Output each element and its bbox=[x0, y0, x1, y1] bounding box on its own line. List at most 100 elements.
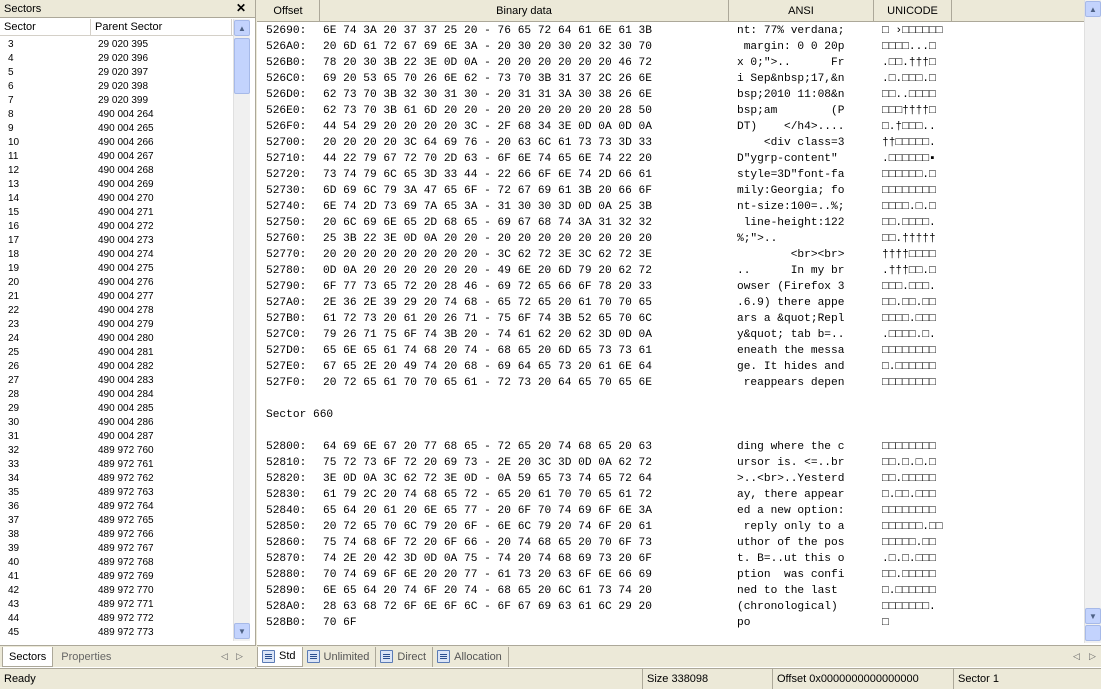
tab-next-icon[interactable]: ▷ bbox=[1089, 651, 1096, 662]
sector-row[interactable]: 23 490 004 279 bbox=[0, 318, 233, 332]
sector-row[interactable]: 41 489 972 769 bbox=[0, 570, 233, 584]
tab-unlimited[interactable]: Unlimited bbox=[303, 646, 377, 667]
sector-row[interactable]: 45 489 972 773 bbox=[0, 626, 233, 640]
sector-row[interactable]: 37 489 972 765 bbox=[0, 514, 233, 528]
tab-next-icon[interactable]: ▷ bbox=[236, 651, 243, 662]
tab-sectors[interactable]: Sectors bbox=[2, 646, 54, 667]
hex-row[interactable]: 52820: 3E 0D 0A 3C 62 72 3E 0D - 0A 59 65… bbox=[257, 471, 1084, 487]
sector-row[interactable]: 44 489 972 772 bbox=[0, 612, 233, 626]
hex-row[interactable]: 526A0: 20 6D 61 72 67 69 6E 3A - 20 30 20… bbox=[257, 39, 1084, 55]
sector-row[interactable]: 20 490 004 276 bbox=[0, 276, 233, 290]
hex-row[interactable]: 52880: 70 74 69 6F 6E 20 20 77 - 61 73 20… bbox=[257, 567, 1084, 583]
sector-row[interactable]: 27 490 004 283 bbox=[0, 374, 233, 388]
sector-row[interactable]: 16 490 004 272 bbox=[0, 220, 233, 234]
close-icon[interactable]: ✕ bbox=[235, 2, 247, 14]
sector-row[interactable]: 5 29 020 397 bbox=[0, 66, 233, 80]
sector-row[interactable]: 12 490 004 268 bbox=[0, 164, 233, 178]
hex-row[interactable]: 526D0: 62 73 70 3B 32 30 31 30 - 20 31 31… bbox=[257, 87, 1084, 103]
tab-properties[interactable]: Properties bbox=[55, 647, 117, 667]
hex-row[interactable]: 52860: 75 74 68 6F 72 20 6F 66 - 20 74 68… bbox=[257, 535, 1084, 551]
column-header-parent-sector[interactable]: Parent Sector bbox=[91, 19, 232, 36]
scroll-up-icon[interactable]: ▲ bbox=[234, 20, 250, 36]
sector-row[interactable]: 40 489 972 768 bbox=[0, 556, 233, 570]
scroll-down-icon[interactable]: ▼ bbox=[234, 623, 250, 639]
sector-row[interactable]: 29 490 004 285 bbox=[0, 402, 233, 416]
hex-row[interactable]: 52730: 6D 69 6C 79 3A 47 65 6F - 72 67 69… bbox=[257, 183, 1084, 199]
sector-row[interactable]: 18 490 004 274 bbox=[0, 248, 233, 262]
hex-row[interactable]: 52850: 20 72 65 70 6C 79 20 6F - 6E 6C 79… bbox=[257, 519, 1084, 535]
tab-prev-icon[interactable]: ◁ bbox=[221, 651, 228, 662]
tab-allocation[interactable]: Allocation bbox=[433, 646, 509, 667]
sector-row[interactable]: 4 29 020 396 bbox=[0, 52, 233, 66]
hex-row[interactable]: 52830: 61 79 2C 20 74 68 65 72 - 65 20 61… bbox=[257, 487, 1084, 503]
sector-row[interactable]: 11 490 004 267 bbox=[0, 150, 233, 164]
hex-row[interactable]: 527A0: 2E 36 2E 39 29 20 74 68 - 65 72 65… bbox=[257, 295, 1084, 311]
sector-row[interactable]: 39 489 972 767 bbox=[0, 542, 233, 556]
hex-row[interactable]: 52870: 74 2E 20 42 3D 0D 0A 75 - 74 20 74… bbox=[257, 551, 1084, 567]
sector-row[interactable]: 13 490 004 269 bbox=[0, 178, 233, 192]
sector-row[interactable]: 21 490 004 277 bbox=[0, 290, 233, 304]
sector-row[interactable]: 19 490 004 275 bbox=[0, 262, 233, 276]
sector-row[interactable]: 34 489 972 762 bbox=[0, 472, 233, 486]
hex-row[interactable]: 52890: 6E 65 64 20 74 6F 20 74 - 68 65 20… bbox=[257, 583, 1084, 599]
sector-row[interactable]: 24 490 004 280 bbox=[0, 332, 233, 346]
sector-row[interactable]: 22 490 004 278 bbox=[0, 304, 233, 318]
scroll-thumb[interactable] bbox=[234, 38, 250, 94]
hex-row[interactable]: 527B0: 61 72 73 20 61 20 26 71 - 75 6F 74… bbox=[257, 311, 1084, 327]
hex-row[interactable]: 527D0: 65 6E 65 61 74 68 20 74 - 68 65 20… bbox=[257, 343, 1084, 359]
column-header-sector[interactable]: Sector bbox=[0, 19, 91, 36]
sector-row[interactable]: 42 489 972 770 bbox=[0, 584, 233, 598]
hex-row[interactable]: 527F0: 20 72 65 61 70 70 65 61 - 72 73 20… bbox=[257, 375, 1084, 391]
scroll-down-icon[interactable]: ▼ bbox=[1085, 608, 1101, 624]
sector-row[interactable]: 30 490 004 286 bbox=[0, 416, 233, 430]
sector-row[interactable]: 38 489 972 766 bbox=[0, 528, 233, 542]
sector-row[interactable]: 26 490 004 282 bbox=[0, 360, 233, 374]
hex-view-body[interactable]: 52690: 6E 74 3A 20 37 37 25 20 - 76 65 72… bbox=[257, 23, 1084, 643]
sector-row[interactable]: 17 490 004 273 bbox=[0, 234, 233, 248]
sector-row[interactable]: 9 490 004 265 bbox=[0, 122, 233, 136]
hex-row[interactable]: 52840: 65 64 20 61 20 6E 65 77 - 20 6F 70… bbox=[257, 503, 1084, 519]
hex-row[interactable]: 52760: 25 3B 22 3E 0D 0A 20 20 - 20 20 20… bbox=[257, 231, 1084, 247]
hex-row[interactable]: 526B0: 78 20 30 3B 22 3E 0D 0A - 20 20 20… bbox=[257, 55, 1084, 71]
hex-row[interactable]: 52790: 6F 77 73 65 72 20 28 46 - 69 72 65… bbox=[257, 279, 1084, 295]
sector-row[interactable]: 6 29 020 398 bbox=[0, 80, 233, 94]
hex-row[interactable]: 527E0: 67 65 2E 20 49 74 20 68 - 69 64 65… bbox=[257, 359, 1084, 375]
hex-row[interactable]: 52710: 44 22 79 67 72 70 2D 63 - 6F 6E 74… bbox=[257, 151, 1084, 167]
hex-row[interactable]: 526F0: 44 54 29 20 20 20 20 3C - 2F 68 34… bbox=[257, 119, 1084, 135]
sector-row[interactable]: 25 490 004 281 bbox=[0, 346, 233, 360]
sector-row[interactable]: 7 29 020 399 bbox=[0, 94, 233, 108]
sector-row[interactable]: 3 29 020 395 bbox=[0, 38, 233, 52]
sector-row[interactable]: 14 490 004 270 bbox=[0, 192, 233, 206]
tab-prev-icon[interactable]: ◁ bbox=[1073, 651, 1080, 662]
sector-row[interactable]: 36 489 972 764 bbox=[0, 500, 233, 514]
sector-row[interactable]: 32 489 972 760 bbox=[0, 444, 233, 458]
sector-row[interactable]: 10 490 004 266 bbox=[0, 136, 233, 150]
hex-row[interactable]: 52720: 73 74 79 6C 65 3D 33 44 - 22 66 6F… bbox=[257, 167, 1084, 183]
sectors-vertical-scrollbar[interactable]: ▲ ▼ bbox=[233, 19, 250, 641]
hex-row[interactable]: 52810: 75 72 73 6F 72 20 69 73 - 2E 20 3C… bbox=[257, 455, 1084, 471]
sector-row[interactable]: 33 489 972 761 bbox=[0, 458, 233, 472]
hex-row[interactable]: 526C0: 69 20 53 65 70 26 6E 62 - 73 70 3B… bbox=[257, 71, 1084, 87]
hex-row[interactable]: 52770: 20 20 20 20 20 20 20 20 - 3C 62 72… bbox=[257, 247, 1084, 263]
hex-row[interactable]: 527C0: 79 26 71 75 6F 74 3B 20 - 74 61 62… bbox=[257, 327, 1084, 343]
sector-row[interactable]: 8 490 004 264 bbox=[0, 108, 233, 122]
sector-row[interactable]: 28 490 004 284 bbox=[0, 388, 233, 402]
sector-row[interactable]: 15 490 004 271 bbox=[0, 206, 233, 220]
hex-row[interactable]: 52800: 64 69 6E 67 20 77 68 65 - 72 65 20… bbox=[257, 439, 1084, 455]
hex-row[interactable]: 52780: 0D 0A 20 20 20 20 20 20 - 49 6E 20… bbox=[257, 263, 1084, 279]
hex-row[interactable]: 52740: 6E 74 2D 73 69 7A 65 3A - 31 30 30… bbox=[257, 199, 1084, 215]
sector-row[interactable]: 31 490 004 287 bbox=[0, 430, 233, 444]
hex-row[interactable]: 528B0: 70 6F po □ bbox=[257, 615, 1084, 631]
hex-row[interactable]: 52700: 20 20 20 20 3C 64 69 76 - 20 63 6C… bbox=[257, 135, 1084, 151]
hex-row[interactable]: 526E0: 62 73 70 3B 61 6D 20 20 - 20 20 20… bbox=[257, 103, 1084, 119]
sector-row[interactable]: 35 489 972 763 bbox=[0, 486, 233, 500]
tab-direct[interactable]: Direct bbox=[376, 646, 434, 667]
hex-row[interactable]: 52690: 6E 74 3A 20 37 37 25 20 - 76 65 72… bbox=[257, 23, 1084, 39]
hex-vertical-scrollbar[interactable]: ▲ ▼ bbox=[1084, 0, 1101, 643]
hex-row[interactable]: 528A0: 28 63 68 72 6F 6E 6F 6C - 6F 67 69… bbox=[257, 599, 1084, 615]
scroll-thumb[interactable] bbox=[1085, 625, 1101, 641]
sector-row[interactable]: 43 489 972 771 bbox=[0, 598, 233, 612]
scroll-up-icon[interactable]: ▲ bbox=[1085, 1, 1101, 17]
hex-row[interactable]: 52750: 20 6C 69 6E 65 2D 68 65 - 69 67 68… bbox=[257, 215, 1084, 231]
tab-std[interactable]: Std bbox=[257, 646, 303, 667]
